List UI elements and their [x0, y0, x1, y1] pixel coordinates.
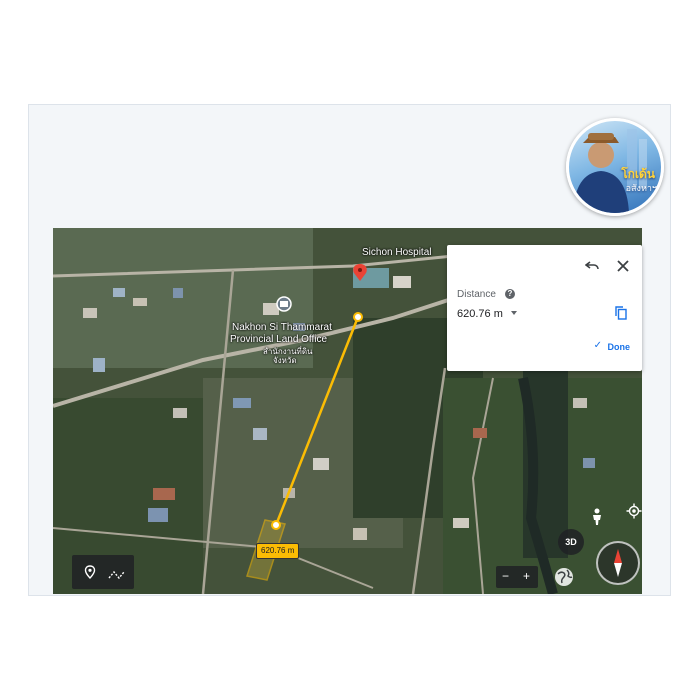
- distance-title: Distance: [457, 289, 496, 300]
- land-office-label-line1: Nakhon Si Thammarat: [232, 322, 332, 333]
- close-icon[interactable]: [617, 260, 629, 274]
- avatar[interactable]: โกเด้น อสังหาฯ: [566, 118, 664, 216]
- zoom-controls: − +: [496, 566, 538, 588]
- measure-icon[interactable]: [108, 567, 126, 585]
- measure-start-point: [353, 312, 363, 322]
- hospital-label: Sichon Hospital: [362, 247, 432, 258]
- zoom-out-button[interactable]: −: [502, 569, 509, 583]
- my-location-icon[interactable]: [621, 498, 647, 524]
- place-icon[interactable]: [84, 565, 96, 584]
- measure-end-point: [271, 520, 281, 530]
- zoom-in-button[interactable]: +: [523, 569, 530, 583]
- help-icon[interactable]: ?: [505, 289, 515, 299]
- distance-panel: Distance ? 620.76 m ✓ Done: [447, 245, 642, 371]
- land-office-thai-line2: จังหวัด: [273, 356, 297, 365]
- copy-icon[interactable]: [615, 306, 627, 322]
- land-office-thai-line1: สำนักงานที่ดิน: [263, 347, 313, 356]
- compass-icon[interactable]: [596, 541, 640, 585]
- map-tools: [72, 555, 134, 589]
- globe-icon[interactable]: [553, 566, 575, 591]
- unit-dropdown-icon[interactable]: [511, 311, 517, 315]
- distance-value[interactable]: 620.76 m: [457, 308, 503, 320]
- measurement-label: 620.76 m: [256, 543, 300, 559]
- check-icon: ✓: [593, 340, 602, 351]
- pegman-icon[interactable]: [584, 504, 610, 530]
- avatar-subtitle: อสังหาฯ: [625, 184, 657, 194]
- land-office-label-line2: Provincial Land Office: [230, 334, 328, 345]
- marker-icon: [353, 264, 367, 281]
- view-3d-button[interactable]: 3D: [558, 529, 584, 555]
- done-button[interactable]: Done: [608, 342, 631, 352]
- land-office-icon: [276, 296, 292, 312]
- undo-icon[interactable]: [584, 260, 599, 274]
